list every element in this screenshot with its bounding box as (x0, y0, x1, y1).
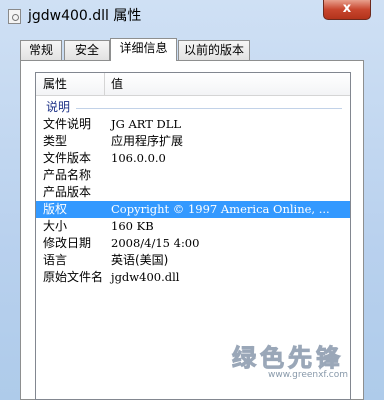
tab-details[interactable]: 详细信息 (110, 38, 177, 61)
tab-previous-versions[interactable]: 以前的版本 (178, 40, 250, 60)
table-row[interactable]: 版权 Copyright © 1997 America Online, ... (36, 201, 350, 218)
column-divider[interactable] (104, 73, 105, 95)
row-property: 语言 (43, 253, 68, 267)
tab-general[interactable]: 常规 (20, 40, 62, 60)
row-property: 文件说明 (43, 117, 92, 131)
row-property: 修改日期 (43, 236, 92, 250)
row-property: 版权 (43, 202, 68, 216)
row-value: 160 KB (111, 219, 154, 233)
row-property: 产品名称 (43, 168, 92, 182)
row-value: jgdw400.dll (111, 270, 180, 284)
row-property: 产品版本 (43, 185, 92, 199)
row-value: JG ART DLL (111, 117, 182, 131)
close-button[interactable]: x (323, 0, 371, 20)
table-row[interactable]: 类型 应用程序扩展 (36, 133, 350, 150)
row-value: 2008/4/15 4:00 (111, 236, 200, 250)
column-header-property[interactable]: 属性 (43, 73, 67, 95)
table-row[interactable]: 原始文件名 jgdw400.dll (36, 269, 350, 286)
row-value: 应用程序扩展 (111, 134, 184, 148)
properties-window: jgdw400.dll 属性 x 常规 安全 详细信息 以前的版本 属性 值 说… (0, 0, 384, 400)
row-value: 英语(美国) (111, 253, 169, 267)
group-divider (76, 108, 342, 109)
window-title: jgdw400.dll 属性 (28, 8, 142, 24)
dll-file-icon (8, 9, 21, 24)
table-row[interactable]: 产品版本 (36, 184, 350, 201)
column-header-value[interactable]: 值 (111, 73, 123, 95)
row-property: 文件版本 (43, 151, 92, 165)
row-property: 类型 (43, 134, 68, 148)
tab-security[interactable]: 安全 (64, 40, 110, 60)
row-value: 106.0.0.0 (111, 151, 166, 165)
table-row[interactable]: 大小 160 KB (36, 218, 350, 235)
table-row[interactable]: 文件说明 JG ART DLL (36, 116, 350, 133)
details-list[interactable]: 属性 值 说明 文件说明 JG ART DLL 类型 应用程序扩展文件版本 106.0.… (35, 72, 351, 400)
table-row[interactable]: 文件版本 106.0.0.0 (36, 150, 350, 167)
table-row[interactable]: 产品名称 (36, 167, 350, 184)
list-header: 属性 值 (36, 73, 350, 96)
row-property: 原始文件名 (43, 270, 104, 284)
table-row[interactable]: 语言 英语(美国) (36, 252, 350, 269)
title-bar[interactable]: jgdw400.dll 属性 x (0, 0, 384, 32)
row-value: Copyright © 1997 America Online, ... (111, 202, 330, 216)
table-row[interactable]: 修改日期 2008/4/15 4:00 (36, 235, 350, 252)
close-icon: x (342, 1, 352, 16)
group-label: 说明 (46, 100, 71, 114)
row-property: 大小 (43, 219, 68, 233)
